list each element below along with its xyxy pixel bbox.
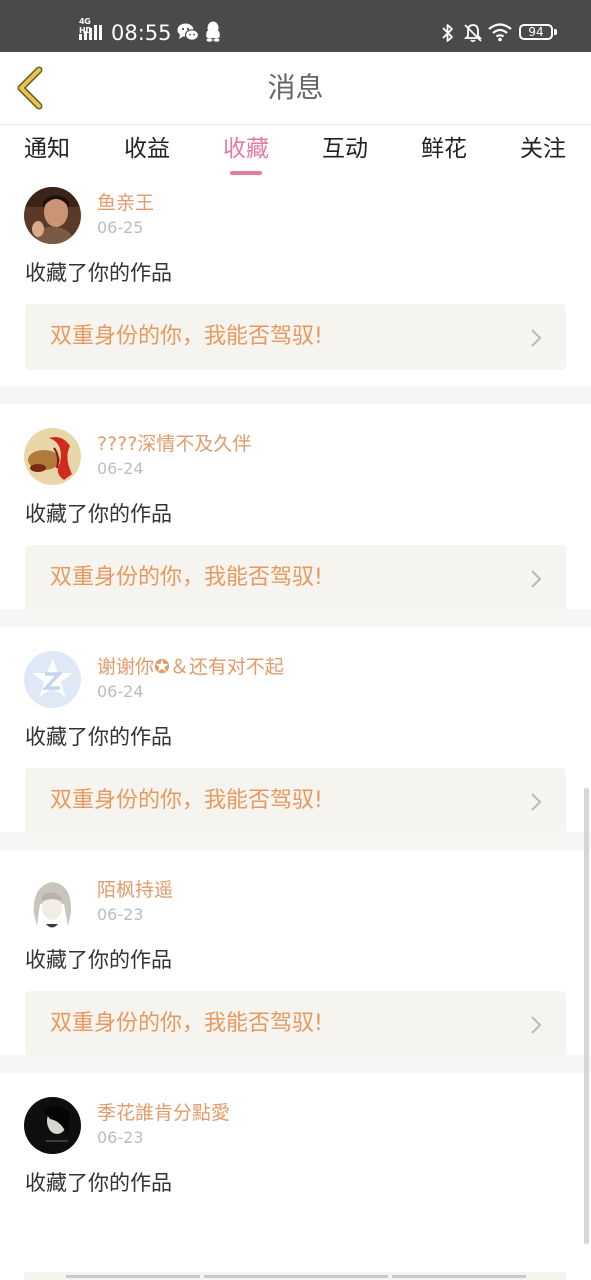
- username[interactable]: 陌枫持遥: [97, 878, 173, 902]
- work-title: 双重身份的你，我能否驾驭!: [50, 1011, 323, 1036]
- cellular-signal-icon: 4G HD: [79, 17, 105, 40]
- work-title: 双重身份的你，我能否驾驭!: [50, 565, 323, 590]
- message-date: 06-24: [97, 459, 144, 478]
- username[interactable]: ????深情不及久伴: [97, 432, 251, 456]
- scrollbar[interactable]: [584, 788, 589, 1244]
- message-action: 收藏了你的作品: [25, 261, 172, 285]
- message-action: 收藏了你的作品: [25, 502, 172, 526]
- message-tabs: 通知 收益 收藏 互动 鲜花 关注: [0, 125, 591, 181]
- tab-following[interactable]: 关注: [503, 133, 583, 173]
- list-item: 谢谢你✪＆还有对不起 06-24 收藏了你的作品 双重身份的你，我能否驾驭!: [0, 627, 591, 834]
- avatar[interactable]: [24, 651, 81, 708]
- message-date: 06-23: [97, 905, 144, 924]
- tab-interactions[interactable]: 互动: [305, 133, 385, 173]
- work-title: 双重身份的你，我能否驾驭!: [50, 324, 323, 349]
- tab-flowers[interactable]: 鲜花: [404, 133, 484, 173]
- divider: [0, 1055, 591, 1073]
- page-title: 消息: [267, 71, 324, 104]
- chevron-right-icon: [531, 793, 542, 811]
- divider: [0, 609, 591, 627]
- message-action: 收藏了你的作品: [25, 948, 172, 972]
- message-date: 06-24: [97, 682, 144, 701]
- top-bar: 消息: [0, 52, 591, 125]
- list-item: 陌枫持遥 06-23 收藏了你的作品 双重身份的你，我能否驾驭!: [0, 850, 591, 1057]
- list-item: ????深情不及久伴 06-24 收藏了你的作品 双重身份的你，我能否驾驭!: [0, 404, 591, 611]
- battery-icon: 94: [519, 24, 553, 40]
- wifi-icon: [487, 22, 513, 42]
- bluetooth-icon: [440, 22, 456, 44]
- status-time: 08:55: [111, 21, 172, 45]
- avatar[interactable]: [24, 1097, 81, 1154]
- tab-earnings[interactable]: 收益: [107, 133, 187, 173]
- battery-tip: [554, 29, 557, 35]
- tab-notifications[interactable]: 通知: [7, 133, 87, 173]
- tab-favorites[interactable]: 收藏: [206, 133, 286, 175]
- battery-level: 94: [528, 25, 544, 39]
- work-link[interactable]: 双重身份的你，我能否驾驭!: [25, 545, 566, 611]
- avatar[interactable]: [24, 874, 81, 931]
- list-item: 季花誰肯分點愛 06-23 收藏了你的作品: [0, 1073, 591, 1278]
- username[interactable]: 季花誰肯分點愛: [97, 1101, 230, 1125]
- message-date: 06-25: [97, 218, 144, 237]
- chevron-right-icon: [531, 570, 542, 588]
- status-bar: 4G HD 08:55: [0, 0, 591, 52]
- chevron-right-icon: [531, 329, 542, 347]
- list-item: 鱼亲王 06-25 收藏了你的作品 双重身份的你，我能否驾驭!: [0, 181, 591, 386]
- work-title: 双重身份的你，我能否驾驭!: [50, 788, 323, 813]
- message-action: 收藏了你的作品: [25, 1171, 172, 1195]
- username[interactable]: 鱼亲王: [97, 191, 154, 215]
- work-link[interactable]: 双重身份的你，我能否驾驭!: [25, 768, 566, 834]
- message-list: 鱼亲王 06-25 收藏了你的作品 双重身份的你，我能否驾驭! ????深情不及…: [0, 181, 591, 1278]
- username[interactable]: 谢谢你✪＆还有对不起: [97, 655, 284, 679]
- work-link-partial[interactable]: [24, 1272, 566, 1280]
- divider: [0, 386, 591, 404]
- message-action: 收藏了你的作品: [25, 725, 172, 749]
- avatar[interactable]: [24, 428, 81, 485]
- wechat-icon: [177, 22, 200, 42]
- message-date: 06-23: [97, 1128, 144, 1147]
- chevron-right-icon: [531, 1016, 542, 1034]
- work-link[interactable]: 双重身份的你，我能否驾驭!: [25, 304, 566, 370]
- avatar[interactable]: [24, 187, 81, 244]
- divider: [0, 832, 591, 850]
- muted-bell-icon: [462, 22, 484, 44]
- qq-icon: [204, 21, 222, 43]
- work-link[interactable]: 双重身份的你，我能否驾驭!: [25, 991, 566, 1057]
